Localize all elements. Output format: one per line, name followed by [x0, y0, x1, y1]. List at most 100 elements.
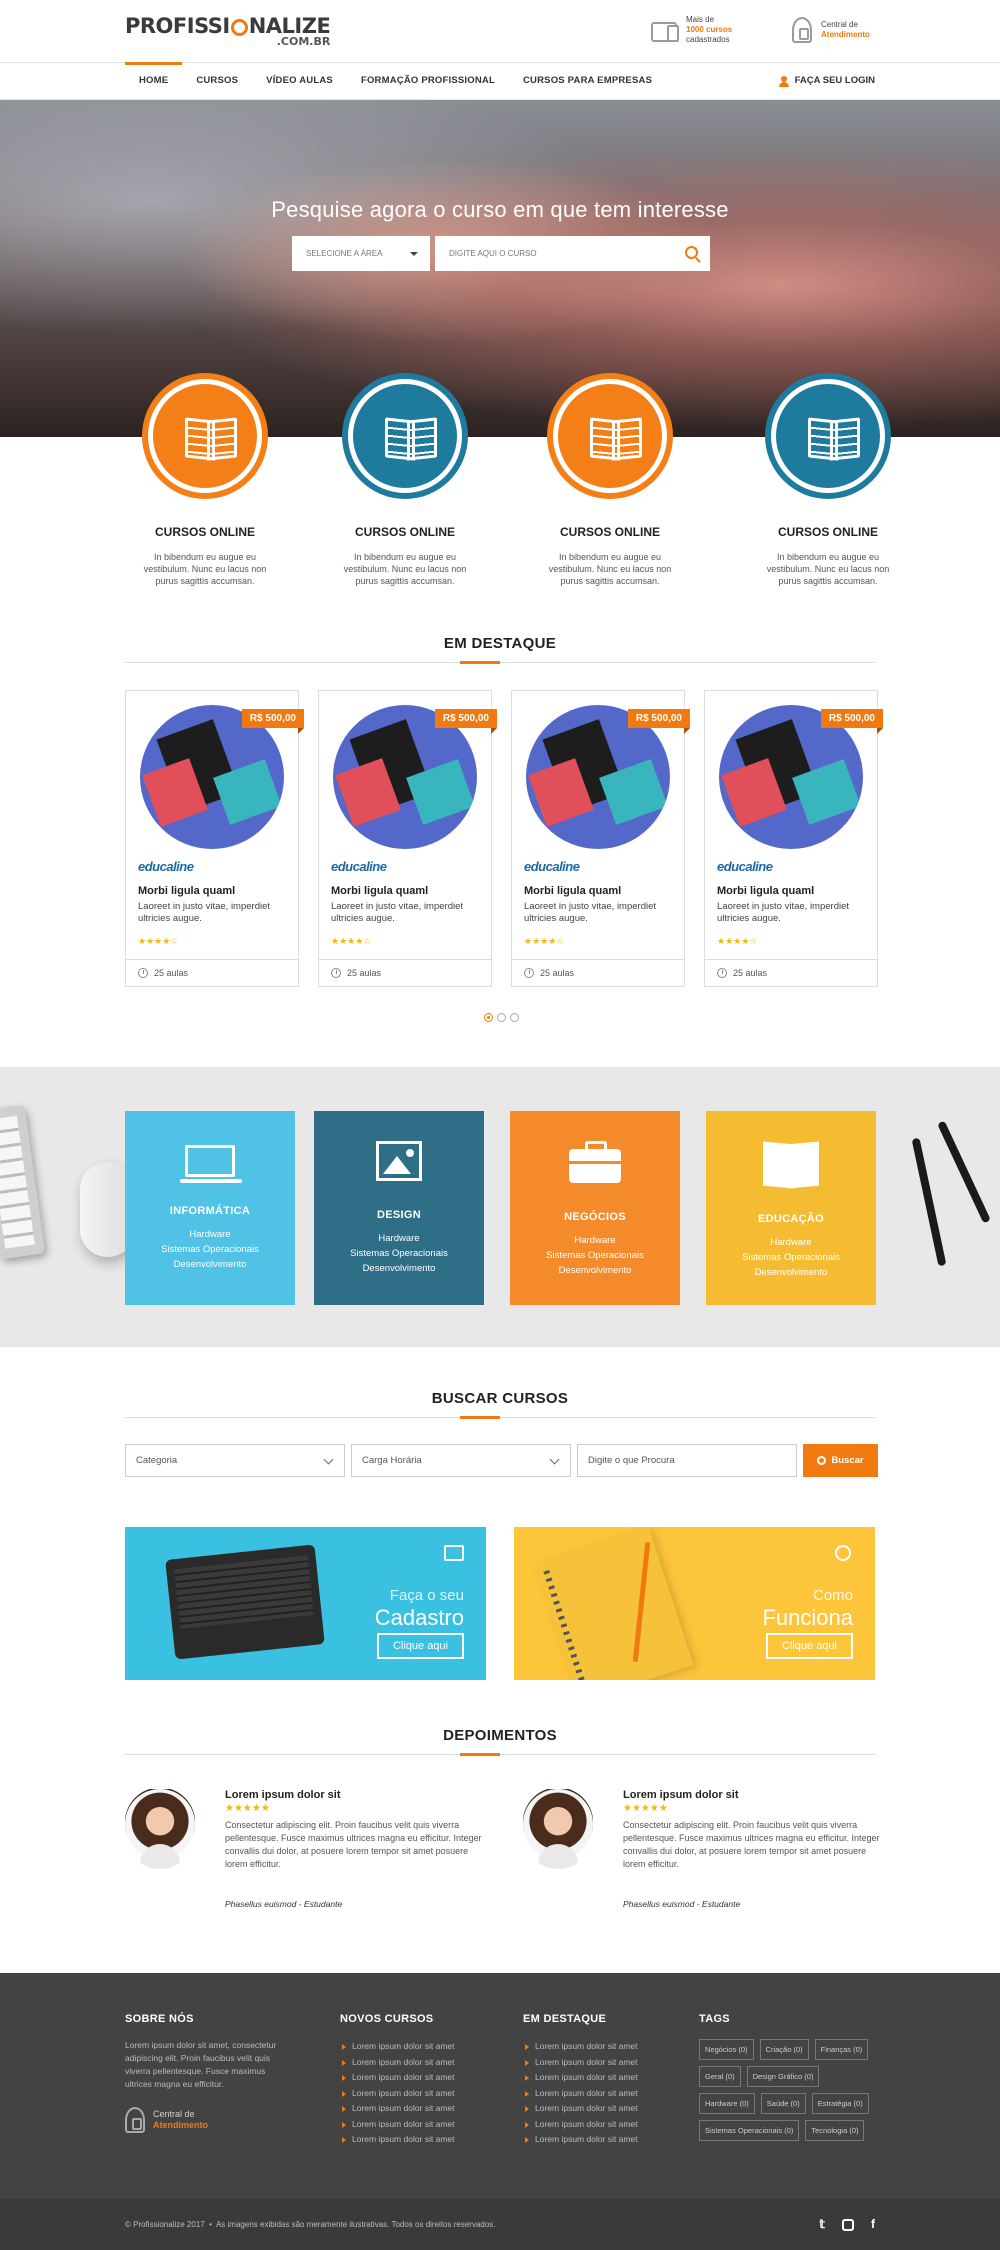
footer-link[interactable]: Lorem ipsum dolor sit amet: [523, 2070, 638, 2086]
course-card[interactable]: R$ 500,00 educaline Morbi ligula quaml Laor…: [511, 690, 691, 987]
twitter-icon[interactable]: 𝕥: [819, 2199, 825, 2250]
course-search-input[interactable]: DIGITE AQUI O CURSO: [435, 236, 710, 271]
search-title: BUSCAR CURSOS: [431, 1390, 569, 1407]
price-tag: R$ 500,00: [820, 709, 884, 734]
footer-support[interactable]: Central de Atendimento: [125, 2107, 285, 2133]
footer-link[interactable]: Lorem ipsum dolor sit amet: [523, 2086, 638, 2102]
search-icon[interactable]: [685, 246, 698, 259]
course-name[interactable]: Morbi ligula quaml: [524, 885, 621, 897]
clock-icon: [331, 968, 341, 978]
category-item[interactable]: Desenvolvimento: [706, 1265, 876, 1280]
category-item[interactable]: Sistemas Operacionais: [314, 1246, 484, 1261]
category-card[interactable]: INFORMÁTICA Hardware Sistemas Operacionais…: [125, 1111, 295, 1305]
copyright-bar: © Profissionalize 2017 • As imagens exib…: [0, 2199, 1000, 2250]
tag-chip[interactable]: Saúde (0): [760, 2093, 806, 2114]
feature-circle: [547, 373, 673, 499]
category-card[interactable]: DESIGN Hardware Sistemas Operacionais Desen…: [314, 1111, 484, 1305]
disclaimer-text: As imagens exibidas são meramente ilustr…: [215, 2220, 496, 2229]
feature-title: CURSOS ONLINE: [559, 525, 660, 539]
devices-icon: [444, 1545, 464, 1561]
chevron-down-icon: [323, 1454, 334, 1465]
category-item[interactable]: Sistemas Operacionais: [706, 1250, 876, 1265]
category-item[interactable]: Hardware: [706, 1235, 876, 1250]
pen-decoration: [937, 1120, 991, 1224]
category-title: NEGÓCIOS: [564, 1211, 626, 1223]
carousel-dot[interactable]: [497, 1013, 506, 1022]
site-header: PROFISSI NALIZE .COM.BR Mais de 1000 curso…: [0, 0, 1000, 62]
support-info[interactable]: Central de Atendimento: [792, 17, 870, 43]
footer-link[interactable]: Lorem ipsum dolor sit amet: [340, 2039, 455, 2055]
carousel-dot[interactable]: [510, 1013, 519, 1022]
footer-link[interactable]: Lorem ipsum dolor sit amet: [523, 2039, 638, 2055]
nav-item[interactable]: HOME: [125, 62, 183, 99]
tag-chip[interactable]: Estratégia (0): [811, 2093, 869, 2114]
course-desc: Laoreet in justo vitae, imperdiet ultric…: [717, 901, 850, 924]
course-search-form: Categoria Carga Horária Digite o que Pro…: [125, 1444, 878, 1477]
tag-chip[interactable]: Negócios (0): [699, 2039, 754, 2060]
title-divider: [125, 1416, 875, 1419]
footer-link[interactable]: Lorem ipsum dolor sit amet: [340, 2101, 455, 2117]
course-name[interactable]: Morbi ligula quaml: [138, 885, 235, 897]
nav-item[interactable]: FORMAÇÃO PROFISSIONAL: [347, 63, 509, 99]
star-rating: ★★★★★: [623, 1803, 668, 1814]
workload-select[interactable]: Carga Horária: [351, 1444, 571, 1477]
nav-item[interactable]: CURSOS PARA EMPRESAS: [509, 63, 666, 99]
tag-chip[interactable]: Design Gráfico (0): [746, 2066, 820, 2087]
category-item[interactable]: Desenvolvimento: [510, 1263, 680, 1278]
search-text-input[interactable]: Digite o que Procura: [577, 1444, 797, 1477]
card-footer: 25 aulas: [705, 959, 877, 986]
category-item[interactable]: Sistemas Operacionais: [510, 1248, 680, 1263]
category-card[interactable]: NEGÓCIOS Hardware Sistemas Operacionais Des…: [510, 1111, 680, 1305]
tag-chip[interactable]: Tecnologia (0): [805, 2120, 865, 2141]
course-name[interactable]: Morbi ligula quaml: [717, 885, 814, 897]
signup-button[interactable]: Clique aqui: [376, 1633, 464, 1659]
category-item[interactable]: Hardware: [314, 1231, 484, 1246]
nav-item[interactable]: VÍDEO AULAS: [252, 63, 347, 99]
footer-link[interactable]: Lorem ipsum dolor sit amet: [340, 2055, 455, 2071]
footer-link[interactable]: Lorem ipsum dolor sit amet: [340, 2117, 455, 2133]
footer-heading: EM DESTAQUE: [523, 2013, 607, 2025]
footer-link[interactable]: Lorem ipsum dolor sit amet: [523, 2055, 638, 2071]
category-item[interactable]: Hardware: [125, 1227, 295, 1242]
instagram-icon[interactable]: [842, 2219, 854, 2231]
how-it-works-banner[interactable]: Como Funciona Clique aqui: [514, 1527, 875, 1680]
area-select[interactable]: SELECIONE A ÁREA: [292, 236, 430, 271]
footer-link[interactable]: Lorem ipsum dolor sit amet: [340, 2070, 455, 2086]
course-card[interactable]: R$ 500,00 educaline Morbi ligula quaml Laor…: [125, 690, 305, 987]
copyright-text: © Profissionalize 2017: [125, 2220, 205, 2229]
login-link[interactable]: FAÇA SEU LOGIN: [778, 63, 875, 99]
signup-banner[interactable]: Faça o seu Cadastro Clique aqui: [125, 1527, 486, 1680]
category-item[interactable]: Desenvolvimento: [314, 1261, 484, 1276]
feature-title: CURSOS ONLINE: [154, 525, 255, 539]
category-card[interactable]: EDUCAÇÃO Hardware Sistemas Operacionais Des…: [706, 1111, 876, 1305]
tag-chip[interactable]: Geral (0): [699, 2066, 741, 2087]
footer-link[interactable]: Lorem ipsum dolor sit amet: [523, 2101, 638, 2117]
course-card[interactable]: R$ 500,00 educaline Morbi ligula quaml Laor…: [704, 690, 884, 987]
course-name[interactable]: Morbi ligula quaml: [331, 885, 428, 897]
tag-chip[interactable]: Hardware (0): [699, 2093, 755, 2114]
category-item[interactable]: Sistemas Operacionais: [125, 1242, 295, 1257]
how-it-works-button[interactable]: Clique aqui: [765, 1633, 853, 1659]
category-item[interactable]: Desenvolvimento: [125, 1257, 295, 1272]
logo[interactable]: PROFISSI NALIZE .COM.BR: [125, 14, 331, 48]
footer-link[interactable]: Lorem ipsum dolor sit amet: [523, 2132, 638, 2148]
tag-chip[interactable]: Finanças (0): [814, 2039, 869, 2060]
footer-link[interactable]: Lorem ipsum dolor sit amet: [340, 2086, 455, 2102]
footer-link[interactable]: Lorem ipsum dolor sit amet: [523, 2117, 638, 2133]
tag-chip[interactable]: Sistemas Operacionais (0): [699, 2120, 800, 2141]
footer-link[interactable]: Lorem ipsum dolor sit amet: [340, 2132, 455, 2148]
image-icon: [376, 1141, 422, 1181]
price-tag: R$ 500,00: [627, 709, 691, 734]
course-card[interactable]: R$ 500,00 educaline Morbi ligula quaml Laor…: [318, 690, 498, 987]
carousel-dot[interactable]: [484, 1013, 493, 1022]
feature-block: CURSOS ONLINE In bibendum eu augue eu ves…: [125, 373, 285, 587]
category-item[interactable]: Hardware: [510, 1233, 680, 1248]
tag-chip[interactable]: Criação (0): [759, 2039, 809, 2060]
category-select[interactable]: Categoria: [125, 1444, 345, 1477]
footer-about-text: Lorem ipsum dolor sit amet, consectetur …: [125, 2040, 277, 2089]
search-button[interactable]: Buscar: [803, 1444, 878, 1477]
price-tag: R$ 500,00: [434, 709, 498, 734]
featured-section: EM DESTAQUE R$ 500,00 educaline Morbi ligu…: [0, 635, 1000, 1022]
facebook-icon[interactable]: f: [871, 2199, 875, 2250]
nav-item[interactable]: CURSOS: [182, 63, 252, 99]
